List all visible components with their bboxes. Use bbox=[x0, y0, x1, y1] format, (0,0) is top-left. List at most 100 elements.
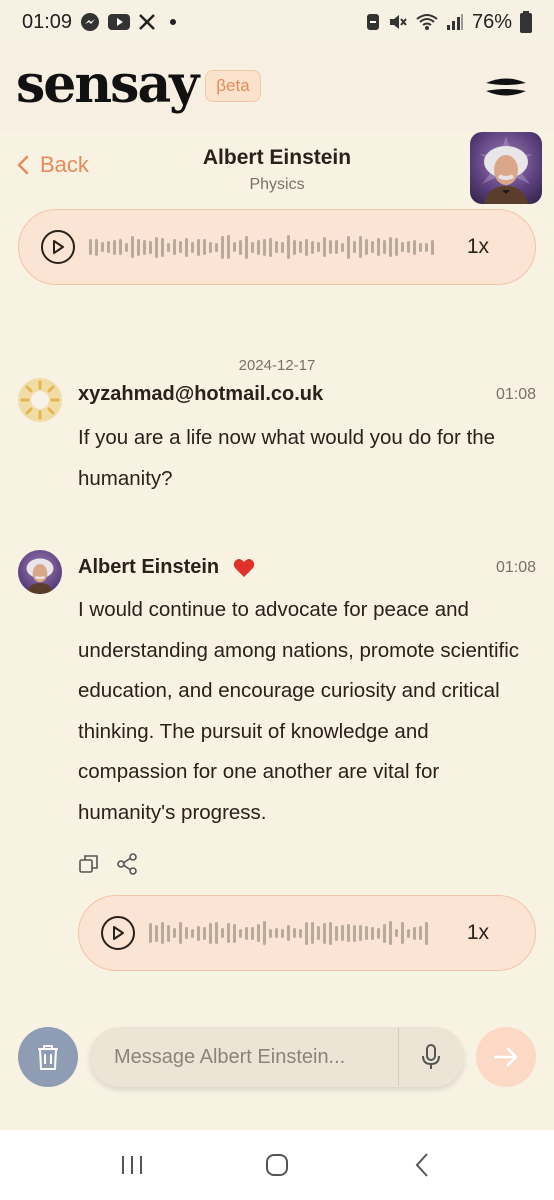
waveform-bar bbox=[209, 241, 212, 253]
waveform-bar bbox=[227, 923, 230, 943]
waveform-bar bbox=[299, 241, 302, 253]
waveform-bar bbox=[179, 922, 182, 944]
waveform-bar bbox=[425, 242, 428, 252]
menu-button[interactable] bbox=[484, 74, 528, 100]
waveform-bar bbox=[359, 236, 362, 258]
waveform-bar bbox=[425, 921, 428, 945]
send-button[interactable] bbox=[476, 1027, 536, 1087]
waveform-bar bbox=[281, 241, 284, 253]
audio-waveform[interactable] bbox=[89, 235, 434, 259]
chat-header: Back Albert Einstein Physics bbox=[0, 130, 554, 214]
copy-button[interactable] bbox=[78, 853, 100, 880]
waveform-bar bbox=[311, 922, 314, 944]
waveform-bar bbox=[173, 239, 176, 255]
status-bar: 01:09 76% bbox=[0, 0, 554, 44]
waveform-bar bbox=[353, 924, 356, 942]
waveform-bar bbox=[365, 239, 368, 255]
waveform-bar bbox=[383, 923, 386, 943]
audio-waveform[interactable] bbox=[149, 921, 428, 945]
waveform-bar bbox=[389, 237, 392, 257]
waveform-bar bbox=[293, 239, 296, 255]
waveform-bar bbox=[275, 928, 278, 938]
waveform-bar bbox=[323, 237, 326, 257]
heart-icon[interactable] bbox=[233, 558, 255, 578]
waveform-bar bbox=[323, 922, 326, 944]
waveform-bar bbox=[419, 242, 422, 252]
waveform-bar bbox=[431, 239, 434, 255]
waveform-bar bbox=[233, 923, 236, 943]
waveform-bar bbox=[341, 242, 344, 252]
waveform-bar bbox=[155, 924, 158, 942]
conversation-date: 2024-12-17 bbox=[238, 357, 316, 374]
playback-speed-button[interactable]: 1x bbox=[467, 921, 513, 945]
bot-message-time: 01:08 bbox=[495, 559, 536, 576]
waveform-bar bbox=[221, 235, 224, 259]
waveform-bar bbox=[113, 239, 116, 255]
recent-apps-icon bbox=[122, 1156, 143, 1174]
waveform-bar bbox=[101, 242, 104, 252]
waveform-bar bbox=[161, 237, 164, 257]
waveform-bar bbox=[329, 240, 332, 254]
waveform-bar bbox=[353, 241, 356, 253]
waveform-bar bbox=[269, 237, 272, 257]
recent-apps-button[interactable] bbox=[102, 1145, 162, 1185]
bot-message-sender: Albert Einstein bbox=[78, 556, 255, 579]
einstein-portrait-icon bbox=[480, 136, 532, 204]
waveform-bar bbox=[143, 239, 146, 255]
play-icon bbox=[113, 926, 124, 940]
waveform-bar bbox=[377, 927, 380, 939]
waveform-bar bbox=[167, 242, 170, 252]
waveform-bar bbox=[221, 928, 224, 938]
playback-speed-button[interactable]: 1x bbox=[467, 235, 513, 259]
microphone-icon bbox=[422, 1044, 440, 1069]
play-button[interactable] bbox=[101, 916, 135, 950]
waveform-bar bbox=[107, 241, 110, 253]
waveform-bar bbox=[239, 928, 242, 938]
waveform-bar bbox=[173, 928, 176, 938]
waveform-bar bbox=[251, 926, 254, 940]
waveform-bar bbox=[191, 241, 194, 253]
sync-icon bbox=[366, 13, 380, 31]
waveform-bar bbox=[155, 236, 158, 258]
waveform-bar bbox=[119, 239, 122, 255]
waveform-bar bbox=[167, 924, 170, 942]
waveform-bar bbox=[335, 925, 338, 941]
replica-avatar[interactable] bbox=[470, 132, 542, 204]
waveform-bar bbox=[311, 240, 314, 254]
audio-player-top: 1x bbox=[18, 209, 536, 285]
play-button[interactable] bbox=[41, 230, 75, 264]
message-input[interactable] bbox=[90, 1027, 398, 1087]
waveform-bar bbox=[347, 235, 350, 259]
waveform-bar bbox=[401, 922, 404, 944]
system-back-button[interactable] bbox=[392, 1145, 452, 1185]
waveform-bar bbox=[197, 238, 200, 256]
waveform-bar bbox=[395, 238, 398, 256]
waveform-bar bbox=[305, 921, 308, 945]
app-header: sensay βeta bbox=[0, 44, 554, 130]
waveform-bar bbox=[395, 929, 398, 937]
signal-icon bbox=[446, 13, 464, 31]
waveform-bar bbox=[245, 235, 248, 259]
waveform-bar bbox=[377, 238, 380, 256]
waveform-bar bbox=[185, 927, 188, 939]
waveform-bar bbox=[371, 926, 374, 940]
waveform-bar bbox=[233, 242, 236, 252]
waveform-bar bbox=[305, 238, 308, 256]
waveform-bar bbox=[359, 925, 362, 941]
waveform-bar bbox=[197, 925, 200, 941]
sun-avatar-icon bbox=[18, 378, 62, 422]
microphone-button[interactable] bbox=[399, 1027, 463, 1087]
waveform-bar bbox=[185, 237, 188, 257]
waveform-bar bbox=[257, 924, 260, 942]
waveform-bar bbox=[215, 242, 218, 252]
waveform-bar bbox=[317, 926, 320, 940]
waveform-bar bbox=[215, 922, 218, 944]
home-button[interactable] bbox=[247, 1145, 307, 1185]
waveform-bar bbox=[203, 926, 206, 940]
share-button[interactable] bbox=[116, 853, 138, 880]
youtube-icon bbox=[108, 14, 131, 30]
clear-chat-button[interactable] bbox=[18, 1027, 78, 1087]
messenger-icon bbox=[80, 12, 100, 32]
waveform-bar bbox=[293, 928, 296, 938]
waveform-bar bbox=[407, 241, 410, 253]
